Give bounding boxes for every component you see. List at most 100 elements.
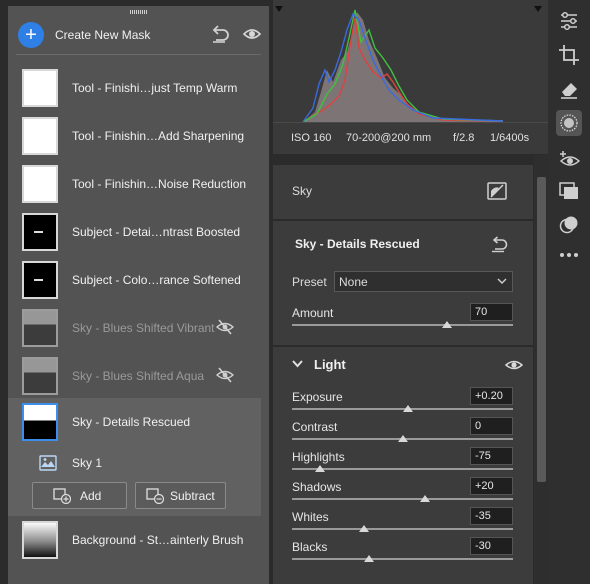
slider-label-highlights: Highlights [292,450,345,464]
masking-icon[interactable] [556,110,582,136]
mask-component-row[interactable]: Sky 1 [8,446,261,480]
shutter-value: 1/6400s [490,132,530,144]
amount-input[interactable]: 70 [470,303,513,321]
exif-info: ISO 160 70-200@200 mm f/2.8 1/6400s [273,122,548,154]
slider-handle-whites[interactable] [358,525,369,532]
invert-mask-icon[interactable] [487,182,507,200]
scrollbar-thumb[interactable] [537,177,546,482]
preset-label: Preset [292,275,327,289]
mask-row[interactable]: Subject - Colo…rance Softened [8,256,261,304]
edit-sliders-icon[interactable] [556,8,582,34]
chevron-down-icon [497,278,507,284]
value-input-exposure[interactable]: +0.20 [470,387,513,405]
preset-dropdown[interactable]: None [334,271,513,292]
mask-name: Subject - Detai…ntrast Boosted [72,225,241,239]
subtract-button[interactable]: Subtract [135,482,226,509]
preset-value: None [339,275,368,289]
create-new-mask-button[interactable]: + [18,22,44,48]
mask-row[interactable]: Sky - Blues Shifted Aqua [8,352,261,400]
mask-thumbnail [22,261,58,299]
amount-slider-handle[interactable] [441,321,452,328]
eye-hidden-icon[interactable] [216,318,234,336]
masks-panel: + Create New Mask Tool - Finishi…just Te… [8,6,269,584]
mask-row[interactable]: Tool - Finishin…Add Sharpening [8,112,261,160]
subtract-label: Subtract [170,489,215,503]
create-mask-label[interactable]: Create New Mask [55,28,150,42]
mask-settings-card: Sky - Details Rescued Preset None Amount… [273,221,533,345]
mask-row[interactable]: Background - St…ainterly Brush [8,516,261,564]
histogram [273,0,548,122]
mask-row[interactable]: Sky - Blues Shifted Vibrant [8,304,261,352]
eye-hidden-icon[interactable] [216,366,234,384]
slider-handle-blacks[interactable] [364,555,375,562]
mask-name: Sky - Blues Shifted Vibrant [72,321,215,335]
highlight-clipping-indicator[interactable] [534,6,542,12]
sky-mask-icon [39,455,57,471]
mask-row[interactable]: Sky - Details Rescued [8,398,261,446]
edit-panel: Sky Sky - Details Rescued Preset None Am… [273,155,533,584]
tool-strip [548,0,590,584]
more-options-icon[interactable] [556,242,582,268]
value-input-highlights[interactable]: -75 [470,447,513,465]
red-eye-icon[interactable] [556,146,582,172]
edit-panel-scrollbar[interactable] [534,155,548,584]
mask-thumbnail [22,521,58,559]
mask-name: Subject - Colo…rance Softened [72,273,241,287]
slider-track-whites[interactable] [292,528,513,530]
light-title: Light [314,357,346,372]
subtract-mask-icon [146,488,164,504]
mask-row[interactable]: Tool - Finishin…Noise Reduction [8,160,261,208]
mask-row[interactable]: Subject - Detai…ntrast Boosted [8,208,261,256]
mask-name: Tool - Finishi…just Temp Warm [72,81,238,95]
histogram-graph [275,6,542,122]
add-button[interactable]: Add [32,482,127,509]
shadow-clipping-indicator[interactable] [275,6,283,12]
mask-thumbnail [22,213,58,251]
mask-type-label: Sky [292,184,313,198]
presets-icon[interactable] [556,212,582,238]
slider-track-shadows[interactable] [292,498,513,500]
mask-name: Tool - Finishin…Noise Reduction [72,177,247,191]
slider-track-highlights[interactable] [292,468,513,470]
mask-thumbnail [22,117,58,155]
value-input-shadows[interactable]: +20 [470,477,513,495]
mask-name: Background - St…ainterly Brush [72,533,244,547]
mask-thumbnail [22,309,58,347]
eye-icon[interactable] [505,358,523,372]
slider-track-blacks[interactable] [292,558,513,560]
lens-value: 70-200@200 mm [346,132,432,144]
slider-handle-highlights[interactable] [314,465,325,472]
reset-icon[interactable] [209,23,231,45]
slider-handle-contrast[interactable] [397,435,408,442]
light-section: Light Exposure +0.20 Contrast 0 Highlights -7… [273,347,533,584]
mask-component-label: Sky 1 [72,456,103,470]
mask-thumbnail [22,357,58,395]
reset-mask-icon[interactable] [489,235,509,253]
panel-drag-handle[interactable] [130,10,148,14]
crop-icon[interactable] [556,42,582,68]
eraser-icon[interactable] [556,76,582,102]
divider [16,54,261,55]
value-input-blacks[interactable]: -30 [470,537,513,555]
collapse-chevron-icon[interactable] [292,359,303,368]
slider-handle-exposure[interactable] [403,405,414,412]
snapshots-icon[interactable] [556,178,582,204]
mask-type-card: Sky [273,165,533,219]
eye-icon[interactable] [242,24,262,44]
slider-label-contrast: Contrast [292,420,338,434]
mask-row[interactable]: Tool - Finishi…just Temp Warm [8,64,261,112]
mask-name: Sky - Details Rescued [72,415,191,429]
value-input-contrast[interactable]: 0 [470,417,513,435]
amount-slider-track[interactable] [292,324,513,326]
add-subtract-row: Add Subtract [8,480,261,516]
mask-thumbnail [22,165,58,203]
slider-label-shadows: Shadows [292,480,342,494]
value-input-whites[interactable]: -35 [470,507,513,525]
mask-thumbnail [22,69,58,107]
slider-label-exposure: Exposure [292,390,343,404]
amount-label: Amount [292,306,334,320]
add-mask-icon [53,488,71,504]
mask-name: Sky - Blues Shifted Aqua [72,369,205,383]
slider-handle-shadows[interactable] [419,495,430,502]
add-label: Add [80,489,102,503]
